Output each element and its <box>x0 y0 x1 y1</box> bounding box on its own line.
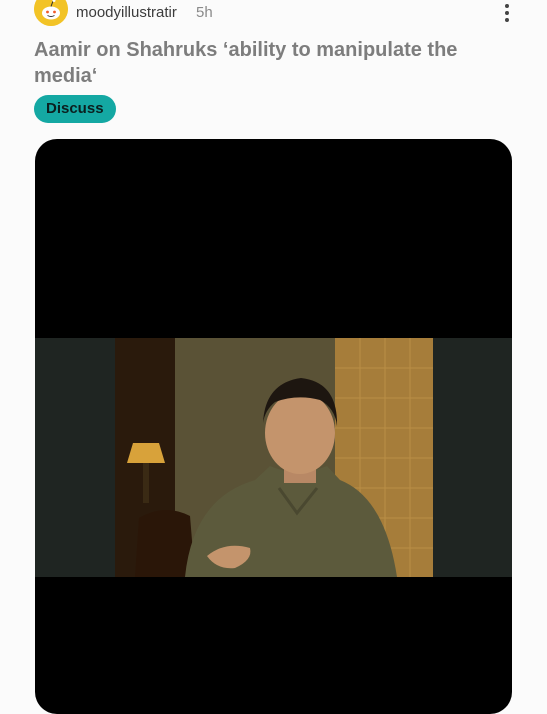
video-frame <box>35 338 512 577</box>
flair-discuss-button[interactable]: Discuss <box>34 95 116 123</box>
video-thumbnail-image <box>35 338 512 577</box>
post-timestamp: 5h <box>196 4 213 21</box>
more-options-button[interactable] <box>496 2 518 24</box>
post-author[interactable]: moodyillustratir <box>76 4 177 21</box>
video-player[interactable] <box>35 139 512 714</box>
snoo-avatar-icon <box>34 0 68 26</box>
post-title[interactable]: Aamir on Shahruks ‘ability to manipulate… <box>34 37 514 89</box>
post-header: moodyillustratir 5h <box>34 0 524 26</box>
post-card: moodyillustratir 5h Aamir on Shahruks ‘a… <box>0 0 547 714</box>
avatar[interactable] <box>34 0 68 26</box>
vertical-ellipsis-icon <box>505 4 509 22</box>
